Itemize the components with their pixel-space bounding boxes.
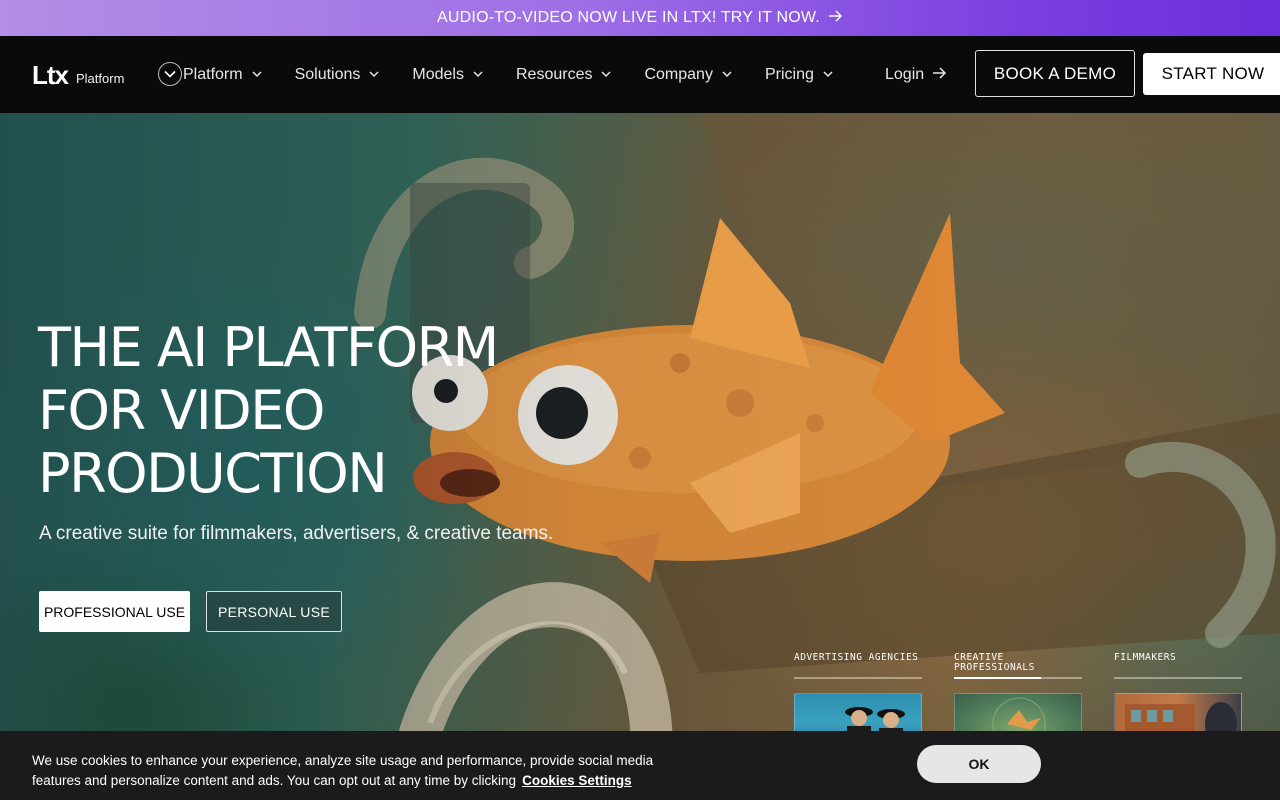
chevron-down-icon xyxy=(601,71,611,78)
start-now-button[interactable]: START NOW xyxy=(1143,53,1280,95)
hero-subhead: A creative suite for filmmakers, adverti… xyxy=(39,523,554,544)
nav-item-pricing[interactable]: Pricing xyxy=(765,66,833,84)
chevron-down-icon xyxy=(369,71,379,78)
login-label: Login xyxy=(885,65,925,83)
cookie-text: We use cookies to enhance your experienc… xyxy=(32,751,692,791)
nav-item-label: Pricing xyxy=(764,65,814,83)
nav-item-label: Platform xyxy=(183,65,243,83)
arrow-right-icon xyxy=(828,9,843,27)
category-label: CREATIVE PROFESSIONALS xyxy=(954,652,1035,673)
nav-item-company[interactable]: Company xyxy=(644,65,732,84)
category-label: ADVERTISING AGENCIES xyxy=(794,652,919,663)
professional-use-button[interactable]: PROFESSIONAL USE xyxy=(39,591,190,632)
book-demo-button[interactable]: BOOK A DEMO xyxy=(975,50,1135,97)
main-nav: Ltx Platform Platform Solutions Models R… xyxy=(0,36,1280,113)
nav-item-label: Resources xyxy=(515,65,593,83)
category-progress xyxy=(1114,677,1242,679)
hero-headline: THE AI PLATFORM FOR VIDEO PRODUCTION xyxy=(38,316,499,505)
category-progress xyxy=(954,677,1082,679)
nav-item-label: Models xyxy=(412,65,464,83)
nav-item-platform[interactable]: Platform xyxy=(183,66,262,84)
chevron-down-icon xyxy=(473,71,483,78)
category-label: FILMMAKERS xyxy=(1114,652,1177,663)
announcement-bar[interactable]: AUDIO-TO-VIDEO NOW LIVE IN LTX! TRY IT N… xyxy=(0,0,1280,36)
cookie-banner: We use cookies to enhance your experienc… xyxy=(0,731,1280,800)
chevron-down-icon xyxy=(722,71,732,78)
chevron-down-icon xyxy=(252,71,262,78)
nav-item-label: Solutions xyxy=(294,65,361,83)
hero-section: THE AI PLATFORM FOR VIDEO PRODUCTION A c… xyxy=(0,113,1280,800)
category-progress-fill xyxy=(954,677,1042,679)
arrow-right-icon xyxy=(932,66,947,84)
logo-mark: Ltx xyxy=(32,60,69,90)
nav-item-solutions[interactable]: Solutions xyxy=(295,66,380,84)
cookies-settings-link[interactable]: Cookies Settings xyxy=(522,773,632,788)
category-progress xyxy=(794,677,922,679)
platform-switch-icon[interactable] xyxy=(158,62,182,86)
personal-use-button[interactable]: PERSONAL USE xyxy=(206,591,342,632)
logo-subtitle: Platform xyxy=(76,71,125,86)
logo[interactable]: Ltx Platform xyxy=(32,60,125,90)
nav-item-resources[interactable]: Resources xyxy=(516,66,611,84)
chevron-down-icon xyxy=(823,71,833,78)
nav-item-label: Company xyxy=(644,65,713,83)
announcement-text: AUDIO-TO-VIDEO NOW LIVE IN LTX! TRY IT N… xyxy=(437,9,820,26)
cookie-ok-button[interactable]: OK xyxy=(917,745,1041,783)
nav-menu: Platform Solutions Models Resources Comp… xyxy=(183,36,866,113)
nav-item-models[interactable]: Models xyxy=(412,66,483,84)
login-link[interactable]: Login xyxy=(885,36,947,113)
